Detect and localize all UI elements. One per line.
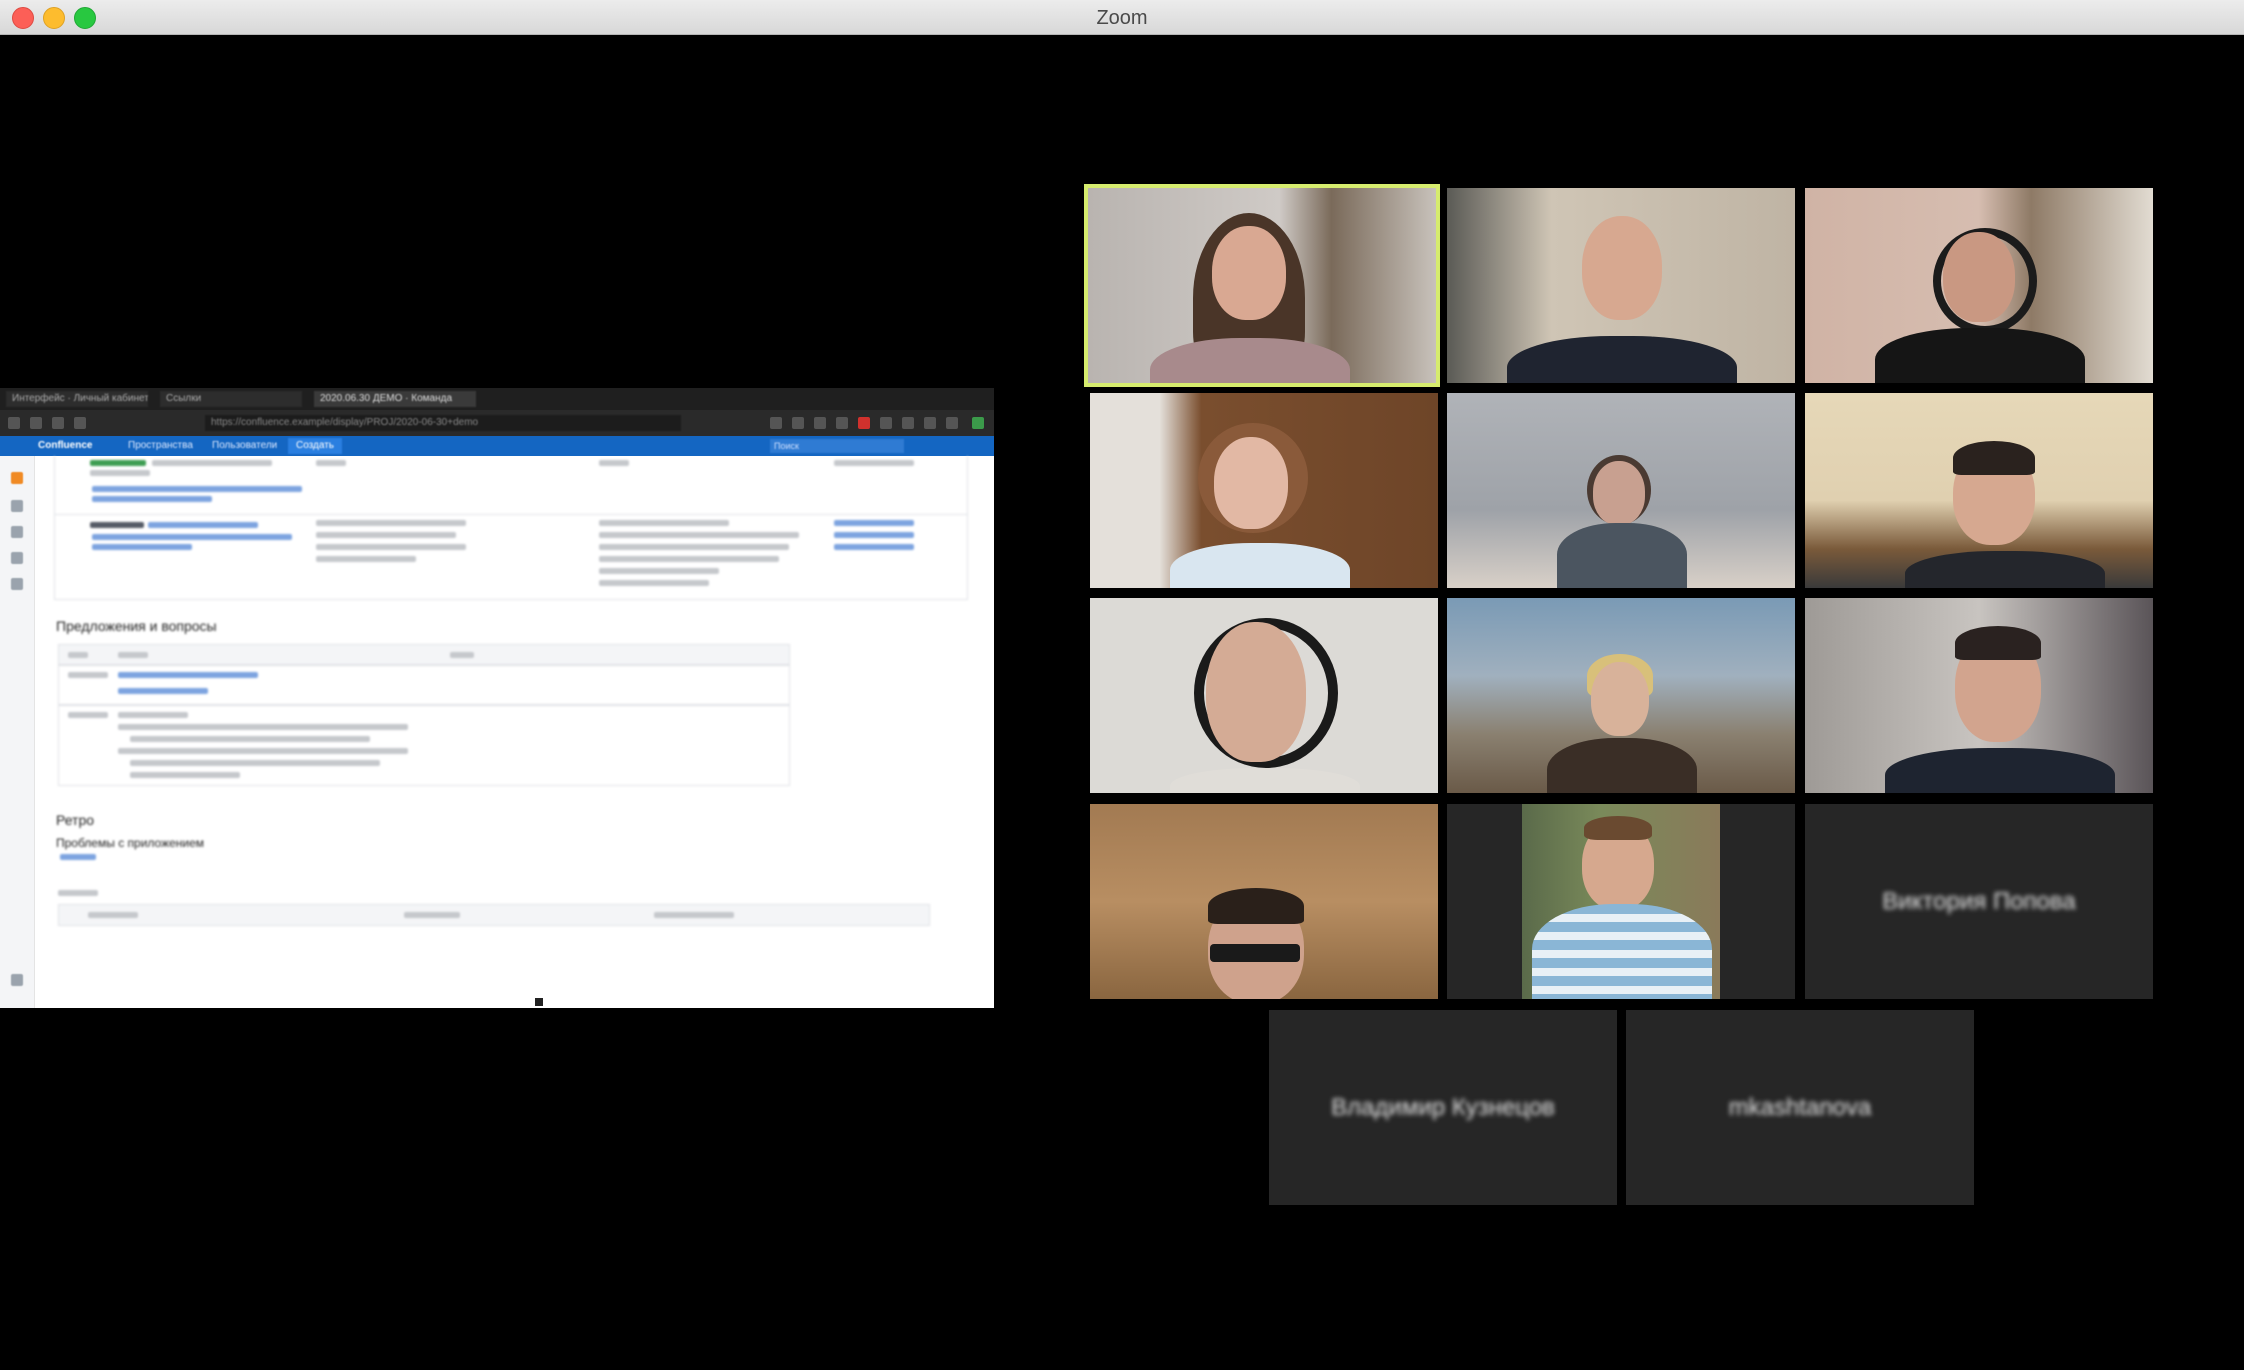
extension-icon (972, 417, 984, 429)
nav-create-button: Создать (288, 438, 343, 454)
section-heading: Предложения и вопросы (56, 618, 217, 634)
video-tile-p9[interactable] (1805, 598, 2153, 793)
browser-tab: Ссылки (160, 391, 302, 407)
video-tile-p1[interactable] (1084, 184, 1440, 387)
extension-icon (924, 417, 936, 429)
extension-icon (814, 417, 826, 429)
nav-people: Пользователи (212, 440, 278, 451)
confluence-sidebar (0, 456, 35, 1008)
browser-tab-strip: Интерфейс · Личный кабинет Ссылки 2020.0… (0, 388, 994, 410)
video-tile-p14[interactable]: mkashtanova (1626, 1010, 1974, 1205)
video-tile-p4[interactable] (1090, 393, 1438, 588)
mouse-cursor (535, 998, 543, 1006)
video-tile-p10[interactable] (1090, 804, 1438, 999)
glasses-icon (1210, 944, 1300, 962)
pages-icon (11, 500, 23, 512)
table-header (58, 904, 930, 926)
shortcuts-icon (11, 578, 23, 590)
video-tile-p11[interactable] (1447, 804, 1795, 999)
title-bar: Zoom (0, 0, 2244, 35)
app-icon (11, 472, 23, 484)
settings-icon (11, 974, 23, 986)
video-tile-p7[interactable] (1090, 598, 1438, 793)
extension-icon (902, 417, 914, 429)
table-header (58, 644, 790, 666)
shared-screen[interactable]: Интерфейс · Личный кабинет Ссылки 2020.0… (0, 388, 994, 1008)
forward-icon (30, 417, 42, 429)
video-tile-p6[interactable] (1805, 393, 2153, 588)
extension-icon (946, 417, 958, 429)
browser-tab-active: 2020.06.30 ДЕМО · Команда (314, 391, 476, 407)
extension-icon (792, 417, 804, 429)
home-icon (74, 417, 86, 429)
url-field: https://confluence.example/display/PROJ/… (205, 415, 681, 431)
confluence-logo: Confluence (38, 440, 93, 451)
browser-tab: Интерфейс · Личный кабинет (6, 391, 148, 407)
video-tile-p2[interactable] (1447, 188, 1795, 383)
video-tile-p3[interactable] (1805, 188, 2153, 383)
nav-spaces: Пространства (128, 440, 193, 451)
zoom-window: Zoom Интерфейс · Личный кабинет Ссылки 2… (0, 0, 2244, 1370)
video-tile-p12[interactable]: Виктория Попова (1805, 804, 2153, 999)
blog-icon (11, 526, 23, 538)
calendar-icon (11, 552, 23, 564)
extension-icon (770, 417, 782, 429)
profile-photo (1522, 804, 1720, 999)
participant-name: Владимир Кузнецов (1331, 1093, 1555, 1121)
reload-icon (52, 417, 64, 429)
section-heading: Ретро (56, 812, 95, 828)
back-icon (8, 417, 20, 429)
video-tile-p8[interactable] (1447, 598, 1795, 793)
browser-url-bar: https://confluence.example/display/PROJ/… (0, 410, 994, 436)
table-row (58, 664, 790, 706)
record-icon (858, 417, 870, 429)
nav-search-field: Поиск (770, 439, 904, 453)
video-tile-p5[interactable] (1447, 393, 1795, 588)
extension-icon (880, 417, 892, 429)
participant-name: mkashtanova (1728, 1093, 1872, 1121)
confluence-nav-bar: Confluence Пространства Пользователи Соз… (0, 436, 994, 456)
extension-icon (836, 417, 848, 429)
page-content: Предложения и вопросы Ретро Проблемы с п… (34, 456, 994, 1008)
window-title: Zoom (1096, 7, 1148, 29)
participant-name: Виктория Попова (1882, 887, 2076, 915)
subsection-heading: Проблемы с приложением (56, 836, 205, 850)
video-tile-p13[interactable]: Владимир Кузнецов (1269, 1010, 1617, 1205)
